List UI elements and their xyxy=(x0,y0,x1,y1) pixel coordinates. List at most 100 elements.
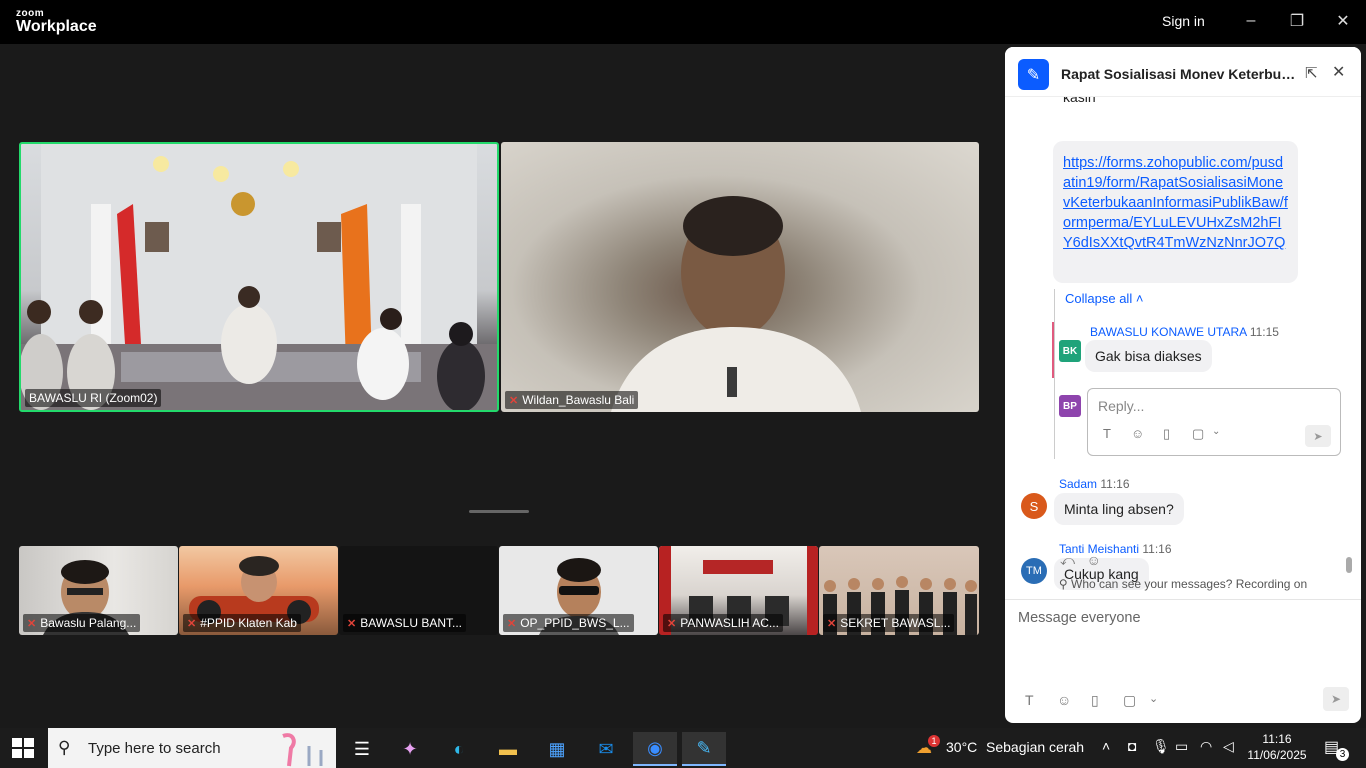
format-text-icon[interactable]: T xyxy=(1025,692,1034,708)
taskbar-search[interactable]: ⚲ Type here to search xyxy=(48,728,336,768)
clock-time: 11:16 xyxy=(1262,732,1292,746)
reply-sender: BAWASLU KONAWE UTARA 11:15 xyxy=(1090,325,1279,339)
thumbnail-ppid-klaten[interactable]: ✕ #PPID Klaten Kab xyxy=(179,546,338,635)
weather-desc[interactable]: Sebagian cerah xyxy=(986,739,1084,755)
format-text-icon[interactable]: T xyxy=(1103,426,1111,441)
message-actions: ⤺ ☺ xyxy=(1060,552,1101,569)
chat-title: Rapat Sosialisasi Monev Keterbukaa... xyxy=(1061,66,1299,82)
workplace-logo: Workplace xyxy=(16,18,97,35)
mic-muted-icon: ✕ xyxy=(827,617,837,630)
avatar: BP xyxy=(1059,395,1081,417)
form-link[interactable]: https://forms.zohopublic.com/pusdatin19/… xyxy=(1053,141,1298,283)
mic-muted-icon: ✕ xyxy=(507,617,517,630)
avatar: BK xyxy=(1059,340,1081,362)
clock-date: 11/06/2025 xyxy=(1247,748,1307,762)
chat-header: ✎ Rapat Sosialisasi Monev Keterbukaa... … xyxy=(1005,47,1361,97)
collapse-all-button[interactable]: Collapse all ˄ xyxy=(1065,291,1143,306)
wifi-icon[interactable]: ◠ xyxy=(1200,738,1212,755)
message-input-placeholder: Message everyone xyxy=(1018,610,1141,626)
emoji-icon[interactable]: ☺ xyxy=(1131,426,1144,441)
chevron-down-icon[interactable]: ⌄ xyxy=(1149,692,1158,705)
emoji-icon[interactable]: ☺ xyxy=(1057,692,1071,708)
participant-name-label: ✕ BAWASLU BANT... xyxy=(343,614,467,632)
store-icon[interactable]: ▦ xyxy=(535,732,579,766)
reply-input[interactable]: Reply... T ☺ ▯ ▢ ⌄ ➤ xyxy=(1087,388,1341,456)
thumbnail-sekret-bawaslu[interactable]: ✕ SEKRET BAWASL... xyxy=(819,546,979,635)
participant-name-label: ✕ OP_PPID_BWS_L... xyxy=(503,614,634,632)
thumbnail-bawaslu-palangka[interactable]: ✕ Bawaslu Palang... xyxy=(19,546,178,635)
mic-muted-icon: ✕ xyxy=(509,394,519,407)
restore-icon[interactable]: ❐ xyxy=(1282,8,1312,34)
participant-name-label: ✕ Wildan_Bawaslu Bali xyxy=(505,391,639,409)
participant-name-label: ✕ PANWASLIH AC... xyxy=(663,614,783,632)
who-can-see-link[interactable]: ⚲ Who can see your messages? Recording o… xyxy=(1005,577,1361,591)
avatar: S xyxy=(1021,493,1047,519)
camera-icon[interactable]: ◘ xyxy=(1128,738,1136,754)
chevron-down-icon[interactable]: ⌄ xyxy=(1212,426,1220,437)
reply-marker xyxy=(1052,322,1054,378)
reply-placeholder: Reply... xyxy=(1098,398,1145,414)
thread-line xyxy=(1054,289,1055,459)
battery-icon[interactable]: ▭ xyxy=(1175,738,1188,755)
thumbnail-bawaslu-banten[interactable]: ✕ BAWASLU BANT... xyxy=(339,546,498,635)
gallery-resize-handle[interactable] xyxy=(469,510,529,513)
task-view-icon[interactable]: ☰ xyxy=(340,732,384,766)
chevron-up-icon[interactable]: ˄ xyxy=(1102,738,1110,754)
reply-message: Gak bisa diakses xyxy=(1085,340,1212,372)
taskbar: ⚲ Type here to search ☰ ✦ ◐ ▬ ▦ ✉ ◉ ✎ ☁ … xyxy=(0,728,1366,768)
file-icon[interactable]: ▯ xyxy=(1163,426,1170,442)
people-icon: ⚲ xyxy=(1058,577,1068,591)
video-tile-bawaslu-ri[interactable]: BAWASLU RI (Zoom02) xyxy=(19,142,499,412)
send-icon[interactable]: ➤ xyxy=(1323,687,1349,711)
outlook-icon[interactable]: ✉ xyxy=(584,732,628,766)
thumbnail-op-ppid-bws[interactable]: ✕ OP_PPID_BWS_L... xyxy=(499,546,658,635)
clock[interactable]: 11:16 11/06/2025 xyxy=(1246,731,1308,763)
edge-icon[interactable]: ◐ xyxy=(437,732,481,766)
mic-muted-icon: ✕ xyxy=(667,617,677,630)
participant-name-label: BAWASLU RI (Zoom02) xyxy=(25,389,162,407)
close-icon[interactable]: ✕ xyxy=(1332,62,1345,82)
notification-count: 3 xyxy=(1336,748,1349,761)
paint-icon[interactable]: ✎ xyxy=(682,732,726,766)
screenshot-icon[interactable]: ▢ xyxy=(1123,692,1136,709)
video-tile-wildan[interactable]: ✕ Wildan_Bawaslu Bali xyxy=(501,142,979,412)
copilot-icon[interactable]: ✦ xyxy=(388,732,432,766)
message-sender: Sadam 11:16 xyxy=(1059,477,1130,491)
search-placeholder: Type here to search xyxy=(88,740,221,757)
sign-in-button[interactable]: Sign in xyxy=(1162,13,1205,29)
video-stage: BAWASLU RI (Zoom02) ✕ Wildan_Bawaslu Bal… xyxy=(0,44,1005,728)
add-reaction-icon[interactable]: ☺ xyxy=(1087,552,1101,568)
zoom-taskbar-icon[interactable]: ◉ xyxy=(633,732,677,766)
thumbnail-panwaslih-aceh[interactable]: ✕ PANWASLIH AC... xyxy=(659,546,818,635)
volume-icon[interactable]: ◁ xyxy=(1223,738,1234,755)
participant-name-label: ✕ #PPID Klaten Kab xyxy=(183,614,301,632)
message-text-partial: kasih xyxy=(1063,97,1096,105)
chat-message: Minta ling absen? xyxy=(1054,493,1184,525)
participant-name-label: ✕ SEKRET BAWASL... xyxy=(823,614,955,632)
search-icon: ⚲ xyxy=(58,738,71,757)
mic-muted-icon: ✕ xyxy=(347,617,357,630)
microphone-icon[interactable]: 🎙 xyxy=(1152,738,1170,755)
chat-messages-area[interactable]: kasih https://forms.zohopublic.com/pusda… xyxy=(1005,97,1361,599)
screenshot-icon[interactable]: ▢ xyxy=(1192,426,1204,442)
send-icon[interactable]: ➤ xyxy=(1305,425,1331,447)
chat-compose-icon: ✎ xyxy=(1018,59,1049,90)
weather-badge: 1 xyxy=(928,735,940,747)
minimize-icon[interactable]: – xyxy=(1236,8,1266,34)
chat-scrollbar[interactable] xyxy=(1346,557,1352,573)
file-explorer-icon[interactable]: ▬ xyxy=(486,732,530,766)
zoom-app-window: zoom Workplace Sign in – ❐ ✕ BAWASLU RI … xyxy=(0,0,1366,728)
windows-start-icon[interactable] xyxy=(12,738,34,758)
mic-muted-icon: ✕ xyxy=(27,617,37,630)
pop-out-icon[interactable]: ⇱ xyxy=(1305,64,1318,82)
participant-name-label: ✕ Bawaslu Palang... xyxy=(23,614,141,632)
reply-icon[interactable]: ⤺ xyxy=(1060,552,1075,568)
wildan-video xyxy=(611,196,861,412)
message-compose[interactable]: Message everyone T ☺ ▯ ▢ ⌄ ➤ xyxy=(1005,599,1361,723)
file-icon[interactable]: ▯ xyxy=(1091,692,1099,709)
mic-muted-icon: ✕ xyxy=(187,617,197,630)
title-bar: zoom Workplace Sign in – ❐ ✕ xyxy=(0,0,1366,44)
weather-temp[interactable]: 30°C xyxy=(946,739,977,755)
close-icon[interactable]: ✕ xyxy=(1328,8,1358,34)
search-highlight-image xyxy=(282,733,323,767)
